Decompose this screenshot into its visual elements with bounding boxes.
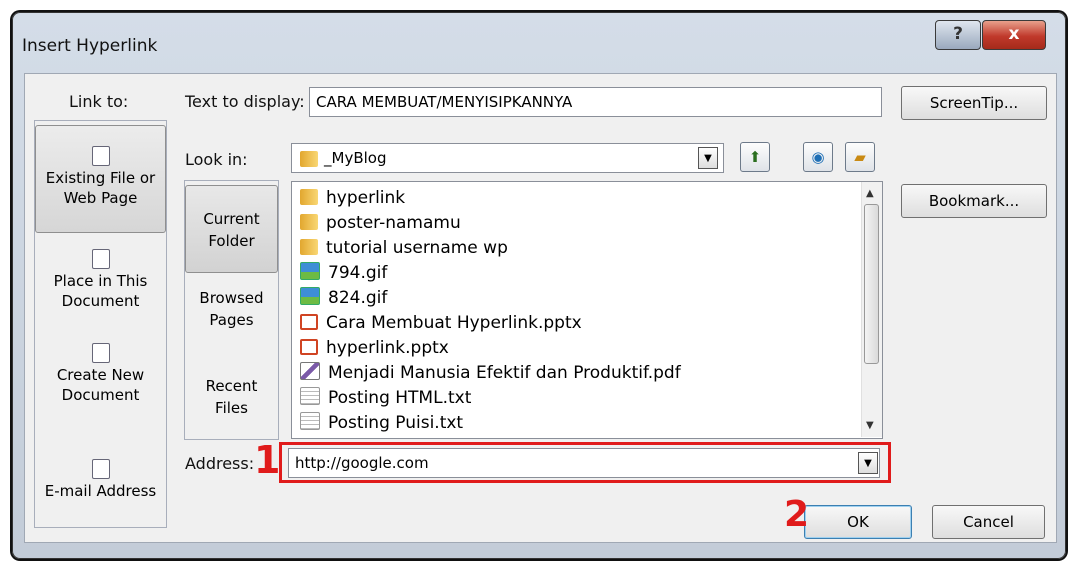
browse-file-icon[interactable]: ▰ — [845, 142, 875, 172]
scrollbar-thumb[interactable] — [864, 204, 879, 364]
link-email-address-label: E-mail Address — [44, 482, 157, 500]
help-button[interactable]: ? — [935, 20, 981, 50]
link-to-label: Link to: — [69, 92, 129, 111]
link-place-in-document-label: Place in This Document — [53, 272, 148, 310]
link-place-in-document-button[interactable]: Place in This Document — [35, 249, 166, 311]
list-item[interactable]: poster-namamu — [300, 211, 461, 236]
file-list-scrollbar[interactable]: ▲ ▼ — [861, 182, 882, 437]
list-item[interactable]: Posting Puisi.txt — [300, 411, 463, 436]
text-file-icon — [300, 387, 320, 405]
powerpoint-file-icon — [300, 339, 318, 355]
file-name: Menjadi Manusia Efektif dan Produktif.pd… — [328, 363, 681, 383]
file-name: Posting HTML.txt — [328, 388, 472, 408]
powerpoint-file-icon — [300, 314, 318, 330]
link-to-bar: Existing File or Web Page Place in This … — [34, 120, 167, 528]
up-one-folder-icon[interactable]: ⬆ — [740, 142, 770, 172]
text-file-icon — [300, 412, 320, 430]
scroll-up-icon[interactable]: ▲ — [866, 188, 874, 199]
text-to-display-input[interactable]: CARA MEMBUAT/MENYISIPKANNYA — [309, 87, 882, 117]
close-button[interactable]: x — [982, 20, 1046, 50]
link-existing-file-button[interactable]: Existing File or Web Page — [35, 125, 166, 233]
list-item[interactable]: Cara Membuat Hyperlink.pptx — [300, 311, 582, 336]
look-in-dropdown-button[interactable]: ▼ — [698, 147, 718, 169]
file-name: 794.gif — [328, 263, 388, 283]
dialog-title: Insert Hyperlink — [22, 36, 158, 56]
bookmark-button[interactable]: Bookmark... — [901, 184, 1047, 218]
document-place-icon — [91, 249, 110, 269]
list-item[interactable]: Menjadi Manusia Efektif dan Produktif.pd… — [300, 361, 681, 386]
scroll-down-icon[interactable]: ▼ — [866, 420, 874, 431]
email-icon — [91, 459, 110, 479]
places-bar: Current Folder Browsed Pages Recent File… — [184, 180, 279, 440]
look-in-label: Look in: — [185, 150, 248, 169]
pdf-file-icon — [300, 362, 320, 380]
file-name: hyperlink — [326, 188, 406, 208]
file-name: Posting Puisi.txt — [328, 413, 464, 433]
annotation-step-1: 1 — [254, 438, 281, 482]
list-item[interactable]: 794.gif — [300, 261, 387, 286]
recent-files-button[interactable]: Recent Files — [185, 375, 278, 419]
folder-icon — [300, 214, 318, 230]
file-list[interactable]: hyperlink poster-namamu tutorial usernam… — [291, 181, 883, 439]
web-page-icon — [91, 146, 110, 166]
annotation-step-2: 2 — [784, 494, 810, 535]
folder-icon — [300, 151, 318, 167]
annotation-highlight-box — [279, 442, 891, 483]
address-label: Address: — [185, 454, 255, 473]
new-document-icon — [91, 343, 110, 363]
list-item[interactable]: 824.gif — [300, 286, 387, 311]
file-name: Cara Membuat Hyperlink.pptx — [326, 313, 582, 333]
file-name: tutorial username wp — [326, 238, 508, 258]
look-in-combo[interactable]: _MyBlog — [291, 143, 724, 173]
file-name: hyperlink.pptx — [326, 338, 449, 358]
link-create-new-document-button[interactable]: Create New Document — [35, 343, 166, 405]
file-name: poster-namamu — [326, 213, 461, 233]
ok-button[interactable]: OK — [804, 505, 912, 539]
link-create-new-document-label: Create New Document — [56, 366, 145, 404]
text-to-display-label: Text to display: — [185, 92, 305, 111]
file-name: 824.gif — [328, 288, 388, 308]
image-file-icon — [300, 262, 320, 280]
image-file-icon — [300, 287, 320, 305]
browse-web-icon[interactable]: ◉ — [803, 142, 833, 172]
folder-icon — [300, 239, 318, 255]
list-item[interactable]: tutorial username wp — [300, 236, 508, 261]
list-item[interactable]: Posting HTML.txt — [300, 386, 471, 411]
screentip-button[interactable]: ScreenTip... — [901, 86, 1047, 120]
current-folder-button[interactable]: Current Folder — [185, 185, 278, 273]
link-email-address-button[interactable]: E-mail Address — [35, 459, 166, 501]
look-in-value: _MyBlog — [324, 149, 387, 167]
folder-icon — [300, 189, 318, 205]
browsed-pages-button[interactable]: Browsed Pages — [185, 287, 278, 331]
list-item[interactable]: hyperlink.pptx — [300, 336, 449, 361]
cancel-button[interactable]: Cancel — [932, 505, 1045, 539]
list-item[interactable]: hyperlink — [300, 186, 405, 211]
link-existing-file-label: Existing File or Web Page — [45, 169, 156, 207]
